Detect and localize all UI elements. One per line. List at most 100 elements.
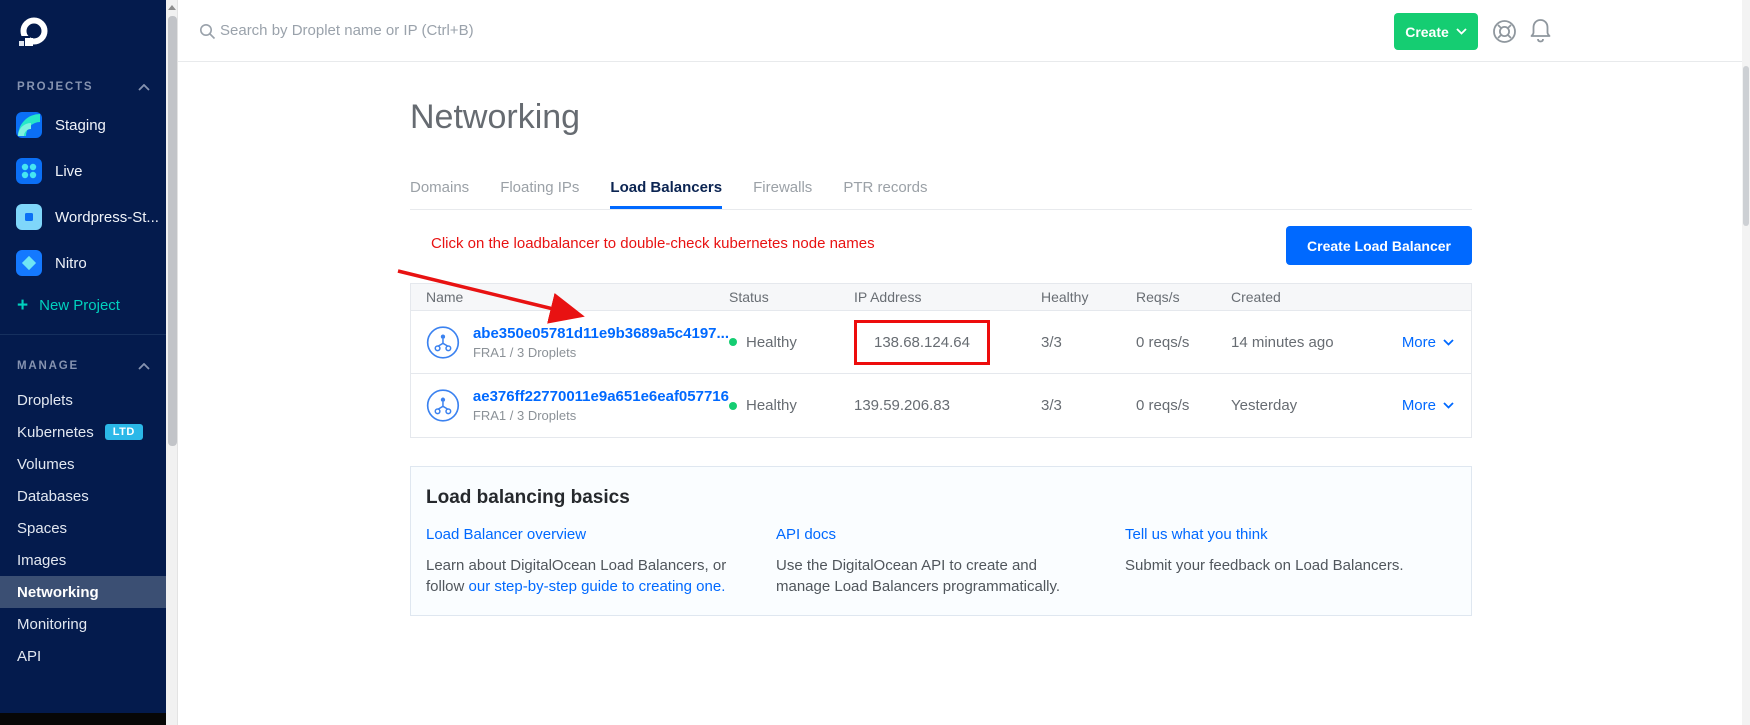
healthy-count: 3/3 — [1041, 397, 1136, 414]
reqs-per-sec: 0 reqs/s — [1136, 397, 1231, 414]
sidebar-item-spaces[interactable]: Spaces — [0, 512, 166, 544]
sidebar-item-volumes[interactable]: Volumes — [0, 448, 166, 480]
more-label: More — [1402, 397, 1436, 414]
tab-domains[interactable]: Domains — [410, 179, 469, 209]
sidebar-item-droplets[interactable]: Droplets — [0, 384, 166, 416]
load-balancer-icon — [426, 322, 460, 363]
content-container: Networking Domains Floating IPs Load Bal… — [410, 62, 1472, 616]
load-balancer-table: Name Status IP Address Healthy Reqs/s Cr… — [410, 283, 1472, 438]
new-project-button[interactable]: + New Project — [0, 297, 166, 314]
chevron-up-icon — [138, 84, 150, 91]
sidebar-item-label: Nitro — [55, 255, 87, 272]
sidebar-item-images[interactable]: Images — [0, 544, 166, 576]
sidebar-item-kubernetes[interactable]: Kubernetes LTD — [0, 416, 166, 448]
create-load-balancer-button[interactable]: Create Load Balancer — [1286, 226, 1472, 265]
projects-header-label: PROJECTS — [17, 81, 93, 93]
table-row: abe350e05781d11e9b3689a5c4197... FRA1 / … — [411, 311, 1471, 374]
basics-text: Learn about DigitalOcean Load Balancers,… — [426, 555, 756, 597]
step-by-step-guide-link[interactable]: our step-by-step guide to creating one. — [469, 578, 726, 595]
project-nitro-icon — [16, 250, 42, 276]
scrollbar-up-arrow[interactable] — [168, 5, 176, 10]
digitalocean-logo-icon — [15, 15, 51, 51]
sidebar-item-networking[interactable]: Networking — [0, 576, 166, 608]
status-label: Healthy — [746, 397, 797, 414]
tab-label: PTR records — [843, 179, 927, 196]
healthy-status-dot — [729, 402, 737, 410]
sidebar-item-label: Spaces — [17, 520, 67, 537]
sidebar-item-live[interactable]: Live — [0, 153, 166, 189]
basics-column-feedback: Tell us what you think Submit your feedb… — [1125, 526, 1456, 597]
basics-text: Use the DigitalOcean API to create and m… — [776, 555, 1086, 597]
load-balancer-name-link[interactable]: abe350e05781d11e9b3689a5c4197... — [473, 325, 729, 342]
actions-row: Click on the loadbalancer to double-chec… — [410, 210, 1472, 283]
annotation-text: Click on the loadbalancer to double-chec… — [431, 235, 875, 252]
sidebar-item-wordpress[interactable]: Wordpress-St... — [0, 199, 166, 235]
chevron-down-icon — [1443, 339, 1454, 346]
created-time: Yesterday — [1231, 397, 1391, 414]
feedback-link[interactable]: Tell us what you think — [1125, 526, 1268, 543]
digitalocean-logo[interactable] — [15, 15, 166, 56]
sidebar-item-label: Droplets — [17, 392, 73, 409]
basics-column-overview: Load Balancer overview Learn about Digit… — [426, 526, 776, 597]
sidebar: PROJECTS Staging Live Wordpress — [0, 0, 166, 725]
search-input[interactable] — [220, 0, 760, 60]
ip-address: 138.68.124.64 — [874, 334, 970, 351]
load-balancer-subtext: FRA1 / 3 Droplets — [473, 345, 729, 360]
project-staging-icon — [16, 112, 42, 138]
load-balancer-icon — [426, 385, 460, 426]
healthy-count: 3/3 — [1041, 334, 1136, 351]
sidebar-item-api[interactable]: API — [0, 640, 166, 672]
page-scrollbar[interactable] — [1742, 0, 1750, 725]
projects-list: Staging Live Wordpress-St... Nitro — [0, 107, 166, 281]
load-balancer-name-link[interactable]: ae376ff22770011e9a651e6eaf057716 — [473, 388, 729, 405]
tab-load-balancers[interactable]: Load Balancers — [610, 179, 722, 209]
load-balancer-overview-link[interactable]: Load Balancer overview — [426, 526, 586, 543]
api-docs-link[interactable]: API docs — [776, 526, 836, 543]
tab-bar: Domains Floating IPs Load Balancers Fire… — [410, 179, 1472, 210]
create-button[interactable]: Create — [1394, 13, 1478, 50]
chevron-down-icon — [1443, 402, 1454, 409]
bell-icon[interactable] — [1529, 18, 1552, 49]
tab-label: Domains — [410, 179, 469, 196]
tab-floating-ips[interactable]: Floating IPs — [500, 179, 579, 209]
column-header-name: Name — [411, 289, 729, 305]
sidebar-scrollbar[interactable] — [166, 0, 178, 725]
manage-header-label: MANAGE — [17, 360, 79, 372]
sidebar-overflow-strip — [0, 713, 166, 725]
more-menu-button[interactable]: More — [1391, 334, 1471, 351]
ltd-badge: LTD — [105, 424, 143, 440]
basics-columns: Load Balancer overview Learn about Digit… — [426, 526, 1456, 597]
basics-title: Load balancing basics — [426, 487, 1456, 509]
sidebar-item-nitro[interactable]: Nitro — [0, 245, 166, 281]
project-wordpress-icon — [16, 204, 42, 230]
plus-icon: + — [17, 298, 28, 314]
column-header-created: Created — [1231, 289, 1391, 305]
healthy-status-dot — [729, 338, 737, 346]
more-menu-button[interactable]: More — [1391, 397, 1471, 414]
sidebar-item-label: Kubernetes — [17, 424, 94, 441]
new-project-label: New Project — [39, 297, 120, 314]
manage-section-header[interactable]: MANAGE — [0, 360, 166, 372]
more-label: More — [1402, 334, 1436, 351]
tab-label: Floating IPs — [500, 179, 579, 196]
tab-firewalls[interactable]: Firewalls — [753, 179, 812, 209]
sidebar-item-label: Databases — [17, 488, 89, 505]
tab-label: Load Balancers — [610, 179, 722, 196]
sidebar-item-label: Wordpress-St... — [55, 209, 159, 226]
column-header-healthy: Healthy — [1041, 289, 1136, 305]
sidebar-item-monitoring[interactable]: Monitoring — [0, 608, 166, 640]
tab-label: Firewalls — [753, 179, 812, 196]
create-button-label: Create — [1405, 24, 1449, 40]
page-scrollbar-thumb[interactable] — [1743, 66, 1749, 226]
projects-section-header[interactable]: PROJECTS — [0, 81, 166, 93]
help-icon[interactable] — [1492, 19, 1517, 49]
ip-address: 139.59.206.83 — [854, 397, 1041, 414]
sidebar-item-label: Images — [17, 552, 66, 569]
column-header-status: Status — [729, 289, 854, 305]
load-balancer-subtext: FRA1 / 3 Droplets — [473, 408, 729, 423]
scrollbar-thumb[interactable] — [168, 16, 177, 446]
basics-column-api: API docs Use the DigitalOcean API to cre… — [776, 526, 1125, 597]
tab-ptr-records[interactable]: PTR records — [843, 179, 927, 209]
sidebar-item-databases[interactable]: Databases — [0, 480, 166, 512]
sidebar-item-staging[interactable]: Staging — [0, 107, 166, 143]
